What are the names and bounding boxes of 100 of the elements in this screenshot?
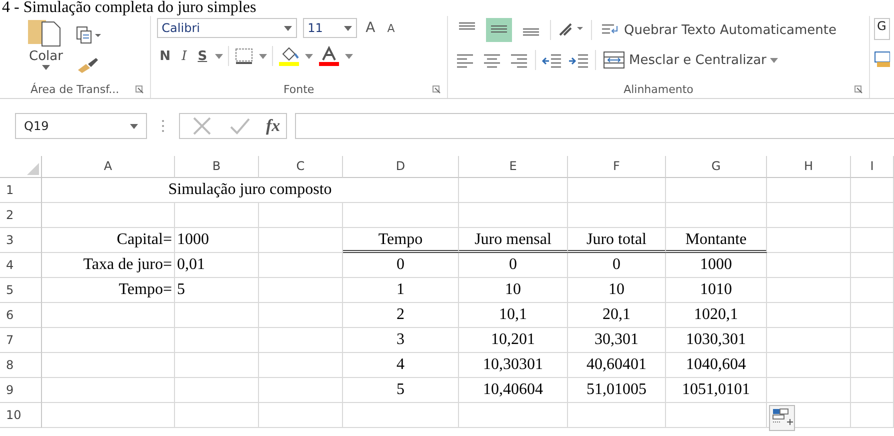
dialog-launcher-icon[interactable] [134, 85, 144, 94]
table-cell[interactable]: Tempo [343, 228, 459, 253]
merge-center-button[interactable]: Mesclar e Centralizar [600, 51, 780, 69]
table-cell[interactable] [851, 328, 894, 353]
table-cell[interactable] [767, 378, 851, 403]
table-cell[interactable]: 1040,604 [666, 353, 767, 378]
vertical-align-button[interactable] [486, 18, 512, 42]
table-cell[interactable]: 10 [568, 278, 666, 303]
table-cell[interactable]: 0,01 [175, 253, 259, 278]
table-cell[interactable]: 3 [343, 328, 459, 353]
table-cell[interactable] [175, 403, 259, 428]
table-cell[interactable] [767, 253, 851, 278]
caret-icon[interactable] [345, 54, 354, 58]
table-cell[interactable]: Tempo= [42, 278, 175, 303]
italic-button[interactable]: I [178, 48, 190, 64]
table-cell[interactable]: 1000 [175, 228, 259, 253]
row-header[interactable]: 3 [0, 228, 42, 253]
table-cell[interactable] [851, 353, 894, 378]
table-cell[interactable]: Taxa de juro= [42, 253, 175, 278]
table-cell[interactable]: 5 [175, 278, 259, 303]
table-cell[interactable] [343, 203, 459, 228]
fill-color-icon[interactable] [278, 46, 300, 66]
table-cell[interactable]: Juro total [568, 228, 666, 253]
select-all-icon[interactable] [27, 163, 39, 175]
table-cell[interactable]: 10,40604 [459, 378, 568, 403]
table-cell[interactable]: 10,30301 [459, 353, 568, 378]
table-cell[interactable]: Simulação juro composto [42, 178, 459, 203]
table-cell[interactable] [42, 203, 175, 228]
table-format-icon[interactable] [874, 50, 890, 68]
table-cell[interactable] [175, 328, 259, 353]
row-header[interactable]: 2 [0, 203, 42, 228]
caret-icon[interactable] [344, 26, 352, 30]
row-header[interactable]: 5 [0, 278, 42, 303]
table-cell[interactable] [767, 403, 851, 428]
table-cell[interactable] [767, 228, 851, 253]
table-cell[interactable]: 5 [343, 378, 459, 403]
font-name-field[interactable]: Calibri [156, 18, 297, 38]
font-color-icon[interactable] [318, 46, 340, 66]
dialog-launcher-icon[interactable] [854, 85, 863, 94]
table-cell[interactable] [666, 203, 767, 228]
caret-icon[interactable] [215, 54, 224, 58]
caret-icon[interactable] [259, 54, 268, 58]
table-cell[interactable] [568, 203, 666, 228]
table-cell[interactable] [767, 178, 851, 203]
table-cell[interactable] [343, 403, 459, 428]
column-header[interactable]: B [175, 156, 259, 178]
column-header[interactable]: I [851, 156, 894, 178]
table-cell[interactable] [42, 353, 175, 378]
column-header[interactable]: G [666, 156, 767, 178]
caret-icon[interactable] [284, 26, 292, 30]
table-cell[interactable] [259, 403, 343, 428]
row-header[interactable]: 7 [0, 328, 42, 353]
table-cell[interactable]: 40,60401 [568, 353, 666, 378]
table-cell[interactable] [259, 353, 343, 378]
check-icon[interactable] [228, 116, 252, 136]
table-cell[interactable] [851, 253, 894, 278]
grow-font-button[interactable]: A [362, 20, 378, 36]
table-cell[interactable]: Montante [666, 228, 767, 253]
paste-options-icon[interactable] [769, 405, 795, 431]
table-cell[interactable] [767, 303, 851, 328]
table-cell[interactable] [459, 203, 568, 228]
table-cell[interactable]: 20,1 [568, 303, 666, 328]
table-cell[interactable]: 1051,0101 [666, 378, 767, 403]
table-cell[interactable] [175, 303, 259, 328]
table-cell[interactable]: Capital= [42, 228, 175, 253]
name-box[interactable]: Q19 [15, 113, 147, 139]
table-cell[interactable]: 10,201 [459, 328, 568, 353]
table-cell[interactable] [42, 328, 175, 353]
table-cell[interactable] [851, 378, 894, 403]
table-cell[interactable] [568, 403, 666, 428]
table-cell[interactable]: 30,301 [568, 328, 666, 353]
table-cell[interactable]: Juro mensal [459, 228, 568, 253]
table-cell[interactable] [851, 403, 894, 428]
table-cell[interactable]: 0 [459, 253, 568, 278]
column-header[interactable]: D [343, 156, 459, 178]
border-icon[interactable] [234, 47, 254, 65]
table-cell[interactable]: 0 [568, 253, 666, 278]
table-cell[interactable] [666, 178, 767, 203]
row-header[interactable]: 8 [0, 353, 42, 378]
table-cell[interactable] [767, 353, 851, 378]
table-cell[interactable]: 1030,301 [666, 328, 767, 353]
caret-icon[interactable] [770, 58, 778, 62]
shrink-font-button[interactable]: A [384, 22, 398, 34]
table-cell[interactable] [851, 203, 894, 228]
wrap-text-button[interactable]: Quebrar Texto Automaticamente [598, 22, 839, 38]
dialog-launcher-icon[interactable] [432, 85, 441, 94]
table-cell[interactable] [259, 228, 343, 253]
table-cell[interactable]: 1 [343, 278, 459, 303]
column-header[interactable]: C [259, 156, 343, 178]
table-cell[interactable] [851, 228, 894, 253]
font-size-field[interactable]: 11 [302, 18, 357, 38]
insert-function-button[interactable]: fx [266, 116, 280, 136]
table-cell[interactable] [767, 203, 851, 228]
table-cell[interactable] [767, 278, 851, 303]
column-header[interactable]: E [459, 156, 568, 178]
table-cell[interactable]: 10,1 [459, 303, 568, 328]
table-cell[interactable] [175, 378, 259, 403]
paste-button[interactable]: Colar [6, 18, 66, 80]
table-cell[interactable] [851, 278, 894, 303]
number-format-field[interactable]: G [874, 18, 890, 40]
